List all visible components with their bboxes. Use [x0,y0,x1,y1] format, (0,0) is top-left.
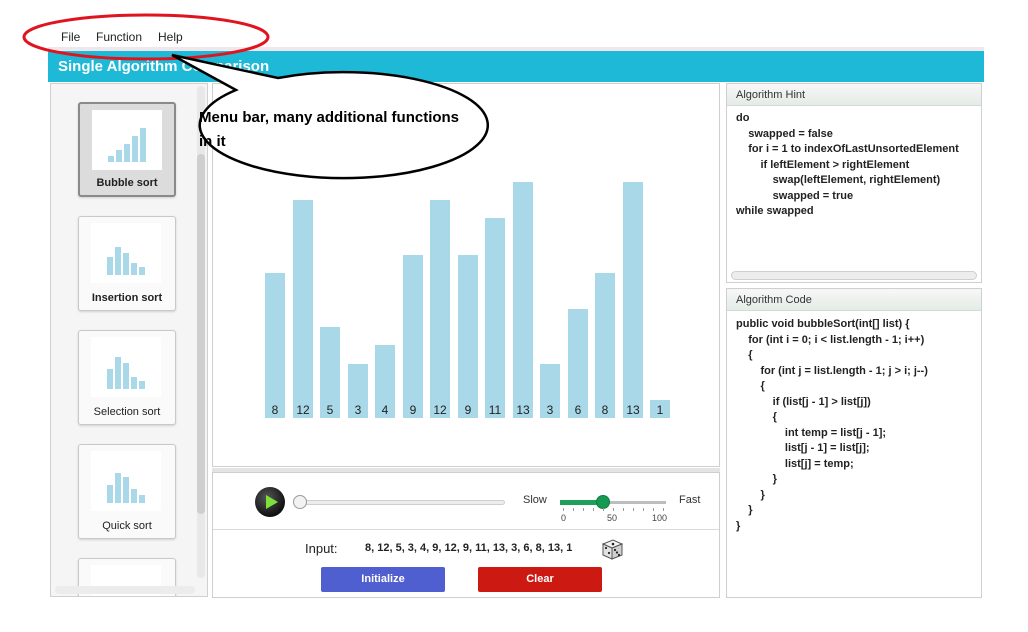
play-icon [266,495,278,509]
menu-function[interactable]: Function [96,30,142,44]
page-title: Single Algorithm Comparison [58,58,270,75]
code-line: list[j] = temp; [736,458,854,470]
dice-icon[interactable] [599,536,625,562]
code-line: if (list[j - 1] > list[j]) [736,396,871,408]
control-panel: Slow 0 50 100 Fast Input: 8, 12, 5, 3, 4… [212,472,720,598]
quick-sort-thumbnail [91,451,161,511]
menu-bar: File Function Help [48,28,984,48]
sort-bar [403,255,423,418]
sort-bar-value: 12 [296,403,310,417]
hint-horizontal-scrollbar[interactable] [731,271,977,280]
sidebar-item-selection-sort[interactable]: Selection sort [78,330,176,425]
sidebar-scrollbar-thumb[interactable] [197,154,205,514]
initialize-button[interactable]: Initialize [321,567,445,592]
sort-bar-value: 13 [516,403,530,417]
selection-sort-thumbnail [91,337,161,397]
hint-line: while swapped [736,205,814,217]
algorithm-hint-panel: Algorithm Hint do swapped = false for i … [726,83,982,283]
sort-bar [623,182,643,418]
menu-file[interactable]: File [61,30,80,44]
algorithm-sidebar: Bubble sort Insertion sort Selection sor… [50,83,208,597]
sort-bar-value: 9 [464,403,472,417]
sidebar-item-label: Selection sort [93,406,161,418]
sort-bar-value: 9 [409,403,417,417]
control-divider [213,529,719,530]
hint-line: if leftElement > rightElement [736,159,910,171]
sort-bar-value: 3 [354,403,362,417]
sort-bar [513,182,533,418]
speed-tick-min: 0 [561,513,567,523]
sort-bar-value: 11 [488,403,502,417]
input-label: Input: [305,541,338,556]
title-bar: Single Algorithm Comparison [48,51,984,82]
hint-line: do [736,112,750,124]
code-line: list[j - 1] = list[j]; [736,442,870,454]
code-line: for (int i = 0; i < list.length - 1; i++… [736,334,925,346]
sort-bar [485,218,505,418]
insertion-sort-thumbnail [91,223,161,283]
code-line: for (int j = list.length - 1; j > i; j--… [736,365,928,377]
code-line: { [736,380,765,392]
bubble-sort-thumbnail [92,110,162,170]
menu-help[interactable]: Help [158,30,183,44]
sort-bar-value: 3 [546,403,554,417]
array-input[interactable] [365,537,595,559]
progress-slider-knob[interactable] [293,495,307,509]
algorithm-hint-title: Algorithm Hint [727,84,981,106]
sidebar-item-label: Quick sort [102,520,152,532]
play-button[interactable] [255,487,285,517]
sort-bar [430,200,450,418]
speed-slider-knob[interactable] [596,495,610,509]
sidebar-item-insertion-sort[interactable]: Insertion sort [78,216,176,311]
sidebar-item-quick-sort[interactable]: Quick sort [78,444,176,539]
callout-text: Menu bar, many additional functions in i… [199,109,460,150]
hint-line: swap(leftElement, rightElement) [736,174,941,186]
speed-slow-label: Slow [523,494,547,506]
sidebar-horizontal-scrollbar[interactable] [55,586,195,594]
hint-line: swapped = false [736,128,833,140]
algorithm-code-panel: Algorithm Code public void bubbleSort(in… [726,288,982,598]
sort-bar [265,273,285,418]
sort-bar-value: 4 [381,403,389,417]
code-line: int temp = list[j - 1]; [736,427,887,439]
code-line: { [736,349,753,361]
speed-fast-label: Fast [679,494,701,506]
speed-tick-max: 100 [652,513,668,523]
code-line: public void bubbleSort(int[] list) { [736,318,910,330]
sort-bar-value: 5 [326,403,334,417]
sort-bar-value: 12 [433,403,447,417]
sort-bar [595,273,615,418]
sort-bar [293,200,313,418]
speed-tick-mid: 50 [607,513,618,523]
hint-line: for i = 1 to indexOfLastUnsortedElement [736,143,959,155]
sort-bar [568,309,588,418]
sort-bar-value: 8 [271,403,279,417]
progress-slider[interactable] [299,500,505,505]
sort-bar [458,255,478,418]
sort-bar-value: 6 [574,403,582,417]
code-line: } [736,504,753,516]
code-line: } [736,520,741,532]
app-window: File Function Help Single Algorithm Comp… [0,0,1028,632]
clear-button[interactable]: Clear [478,567,602,592]
sidebar-item-bubble-sort[interactable]: Bubble sort [78,102,176,197]
code-line: { [736,411,777,423]
sort-bar-value: 13 [626,403,640,417]
sort-bar-value: 8 [601,403,609,417]
hint-line: swapped = true [736,190,854,202]
sidebar-item-label: Insertion sort [91,292,163,304]
code-line: } [736,489,765,501]
sidebar-item-label: Bubble sort [96,177,158,189]
sort-bar-value: 1 [656,403,664,417]
code-line: } [736,473,777,485]
algorithm-code-title: Algorithm Code [727,289,981,311]
